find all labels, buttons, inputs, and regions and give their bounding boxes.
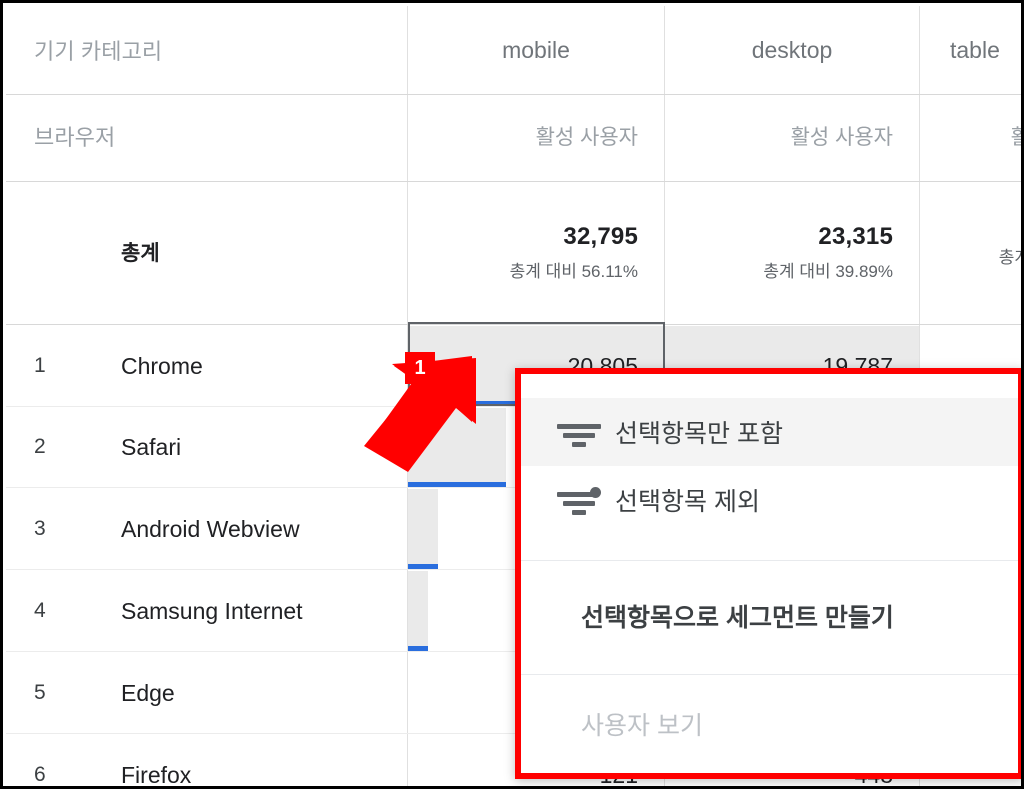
metric-header-label-mobile: 활성 사용자 xyxy=(535,126,638,149)
device-column-label-desktop: desktop xyxy=(751,36,833,63)
metric-header-tablet[interactable]: 활 xyxy=(920,114,1021,158)
menu-item-label: 선택항목 제외 xyxy=(615,488,760,516)
metric-header-label-tablet: 활 xyxy=(1011,121,1021,151)
row-name: Safari xyxy=(121,433,182,460)
annotation-step-badge: 1 xyxy=(405,352,435,384)
row-name: Chrome xyxy=(121,352,203,379)
table-row[interactable]: 1 xyxy=(34,346,64,386)
row-index: 1 xyxy=(34,354,46,377)
totals-label: 총계 xyxy=(121,242,160,265)
context-menu[interactable]: 선택항목만 포함 선택항목 제외 선택항목으로 세그먼트 만들기 사용자 보기 xyxy=(515,368,1021,779)
filter-exclude-icon xyxy=(557,485,601,515)
row-dimension-header-cell: 브라우저 xyxy=(34,114,394,158)
row-sep-header1 xyxy=(6,94,1021,95)
totals-value-desktop: 23,315 xyxy=(818,222,893,250)
bar-mobile-4 xyxy=(408,646,428,651)
table-row[interactable]: 5 xyxy=(34,673,64,713)
context-menu-body: 선택항목만 포함 선택항목 제외 선택항목으로 세그먼트 만들기 사용자 보기 xyxy=(521,374,1018,773)
menu-item-label: 사용자 보기 xyxy=(581,712,703,740)
menu-divider-2 xyxy=(521,674,1018,675)
screenshot-frame: 기기 카테고리 mobile desktop table 브라우저 활성 사용자… xyxy=(0,0,1024,789)
row-index: 4 xyxy=(34,599,46,622)
row-label-samsung-internet[interactable]: Samsung Internet xyxy=(121,591,411,631)
totals-cell-mobile: 32,795 총계 대비 56.11% xyxy=(408,202,638,302)
table-row[interactable]: 6 xyxy=(34,755,64,786)
dimension-header-label: 기기 카테고리 xyxy=(34,39,163,64)
menu-item-create-segment[interactable]: 선택항목으로 세그먼트 만들기 xyxy=(521,570,1018,662)
metric-header-mobile[interactable]: 활성 사용자 xyxy=(408,114,638,158)
menu-item-label: 선택항목만 포함 xyxy=(615,420,783,448)
dimension-header-cell: 기기 카테고리 xyxy=(34,28,394,72)
table-row[interactable]: 2 xyxy=(34,427,64,467)
totals-cell-tablet: 총계 xyxy=(920,202,1021,302)
menu-item-include-selection[interactable]: 선택항목만 포함 xyxy=(521,398,1018,466)
menu-divider-1 xyxy=(521,560,1018,561)
row-sep-totals xyxy=(6,324,1021,325)
row-label-firefox[interactable]: Firefox xyxy=(121,755,401,788)
table-row[interactable]: 3 xyxy=(34,509,64,549)
row-name: Android Webview xyxy=(121,515,300,542)
totals-share-desktop: 총계 대비 39.89% xyxy=(763,261,893,281)
heat-fill-mobile-4 xyxy=(408,571,428,651)
row-index: 3 xyxy=(34,517,46,540)
row-name: Firefox xyxy=(121,761,192,788)
device-column-label-tablet: table xyxy=(950,36,1000,63)
row-label-android-webview[interactable]: Android Webview xyxy=(121,509,411,549)
heat-fill-mobile-3 xyxy=(408,489,438,569)
totals-label-cell: 총계 xyxy=(121,228,361,276)
metric-header-label-desktop: 활성 사용자 xyxy=(790,126,893,149)
row-name: Samsung Internet xyxy=(121,597,303,624)
menu-item-view-users[interactable]: 사용자 보기 xyxy=(521,684,1018,764)
totals-share-tablet: 총계 xyxy=(998,247,1021,267)
row-index: 6 xyxy=(34,763,46,786)
row-label-edge[interactable]: Edge xyxy=(121,673,401,713)
menu-item-label: 선택항목으로 세그먼트 만들기 xyxy=(581,604,894,632)
bar-mobile-3 xyxy=(408,564,438,569)
totals-value-mobile: 32,795 xyxy=(563,222,638,250)
filter-include-icon xyxy=(557,417,601,447)
bar-mobile-2 xyxy=(408,482,506,487)
totals-cell-desktop: 23,315 총계 대비 39.89% xyxy=(665,202,893,302)
analytics-pivot-table: 기기 카테고리 mobile desktop table 브라우저 활성 사용자… xyxy=(6,6,1021,788)
row-index: 2 xyxy=(34,435,46,458)
totals-share-mobile: 총계 대비 56.11% xyxy=(509,261,638,281)
row-sep-header2 xyxy=(6,181,1021,182)
row-dimension-header-label: 브라우저 xyxy=(34,125,116,150)
table-row[interactable]: 4 xyxy=(34,591,64,631)
row-name: Edge xyxy=(121,679,175,706)
row-index: 5 xyxy=(34,681,46,704)
device-column-header-mobile[interactable]: mobile xyxy=(408,28,664,72)
device-column-header-tablet[interactable]: table xyxy=(950,28,1021,72)
device-column-header-desktop[interactable]: desktop xyxy=(665,28,919,72)
menu-item-exclude-selection[interactable]: 선택항목 제외 xyxy=(521,466,1018,534)
device-column-label-mobile: mobile xyxy=(502,36,570,63)
metric-header-desktop[interactable]: 활성 사용자 xyxy=(665,114,893,158)
